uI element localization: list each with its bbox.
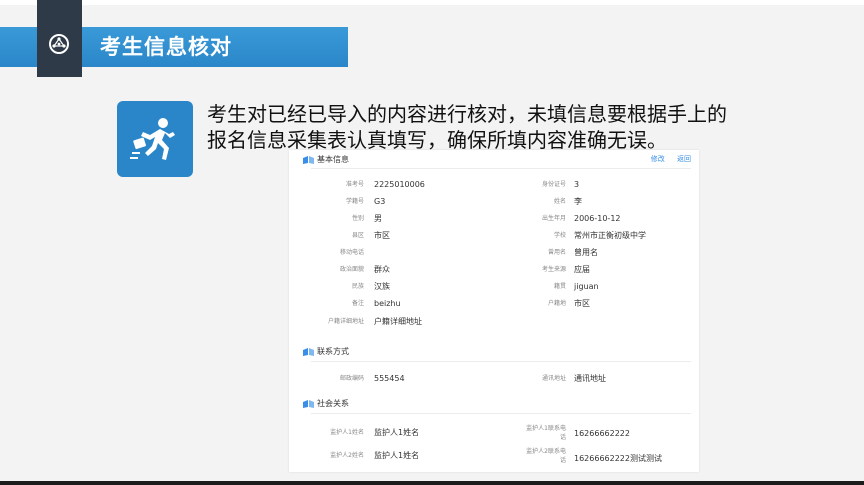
field-value: 汉族 bbox=[374, 282, 390, 291]
field-value: 2225010006 bbox=[374, 180, 425, 189]
field-label: 监护人2联系电 bbox=[526, 448, 566, 455]
instruction-text: 考生对已经已导入的内容进行核对，未填信息要根据手上的 报名信息采集表认真填写，确… bbox=[207, 101, 807, 153]
divider bbox=[311, 361, 691, 362]
section-basic-title: 基本信息 bbox=[317, 155, 349, 164]
field-label: 考生来源 bbox=[541, 266, 566, 273]
field-label: 出生年月 bbox=[541, 215, 566, 222]
field-label: 学籍号 bbox=[345, 198, 364, 205]
field-label: 邮政编码 bbox=[339, 375, 364, 382]
field-label: 备注 bbox=[351, 300, 364, 307]
field-value: 李 bbox=[574, 197, 582, 206]
field-value: 16266662222 bbox=[574, 429, 630, 438]
running-person-icon bbox=[130, 118, 175, 160]
field-label: 民族 bbox=[351, 283, 364, 290]
field-value: jiguan bbox=[574, 282, 599, 291]
bottom-strip bbox=[0, 481, 864, 485]
basic-actions: 修改 返回 bbox=[641, 154, 691, 164]
field-label: 学校 bbox=[553, 232, 566, 239]
field-value: 555454 bbox=[374, 374, 405, 383]
top-strip bbox=[0, 0, 864, 5]
field-label: 户籍详细地址 bbox=[327, 318, 364, 325]
field-value: 群众 bbox=[374, 265, 390, 274]
slide: 考生信息核对 考生对已经已导入的内容进行核对，未填信息要根据手上的 报名信息采集… bbox=[0, 0, 864, 485]
section-basic-info: 基本信息 bbox=[303, 155, 349, 165]
divider bbox=[311, 413, 691, 414]
section-social: 社会关系 bbox=[303, 399, 349, 409]
field-label: 姓名 bbox=[553, 198, 566, 205]
section-contact: 联系方式 bbox=[303, 347, 349, 357]
section-contact-title: 联系方式 bbox=[317, 347, 349, 356]
back-link[interactable]: 返回 bbox=[677, 155, 691, 163]
instruction-tile bbox=[117, 101, 193, 177]
divider bbox=[311, 168, 691, 169]
field-label: 监护人2姓名 bbox=[330, 452, 364, 459]
book-icon bbox=[303, 156, 314, 164]
field-label: 性别 bbox=[351, 215, 364, 222]
field-value: 监护人1姓名 bbox=[374, 451, 420, 460]
field-label: 身份证号 bbox=[541, 181, 566, 188]
book-icon bbox=[303, 400, 314, 408]
field-value: 曾用名 bbox=[574, 248, 598, 257]
field-label: 准考号 bbox=[345, 181, 364, 188]
field-value: 3 bbox=[574, 180, 580, 189]
field-label: 县区 bbox=[351, 232, 364, 239]
field-label: 曾用名 bbox=[547, 249, 566, 256]
field-label: 移动电话 bbox=[339, 249, 364, 256]
page-title: 考生信息核对 bbox=[100, 35, 232, 59]
field-label: 政治面貌 bbox=[339, 266, 364, 273]
field-value: 常州市正衡初级中学 bbox=[574, 231, 646, 240]
field-value: 通讯地址 bbox=[574, 374, 606, 383]
instruction-line-1: 考生对已经已导入的内容进行核对，未填信息要根据手上的 bbox=[207, 102, 727, 126]
field-value: 户籍详细地址 bbox=[374, 317, 422, 326]
field-label: 户籍地 bbox=[547, 300, 566, 307]
field-label: 话 bbox=[559, 434, 566, 441]
header-tab bbox=[37, 0, 82, 77]
field-value: 应届 bbox=[574, 265, 590, 274]
field-value: G3 bbox=[374, 197, 386, 206]
field-value: 2006-10-12 bbox=[574, 214, 621, 223]
field-label: 话 bbox=[559, 457, 566, 464]
field-value: 男 bbox=[374, 214, 382, 223]
field-value: 监护人1姓名 bbox=[374, 428, 420, 437]
field-label: 监护人1联系电 bbox=[526, 425, 566, 432]
edit-link[interactable]: 修改 bbox=[651, 155, 665, 163]
field-label: 监护人1姓名 bbox=[330, 429, 364, 436]
field-value: 市区 bbox=[374, 231, 390, 240]
student-info-panel: 基本信息 修改 返回 准考号 2225010006 身份证号 3 学籍号 G3 … bbox=[289, 150, 699, 472]
network-globe-icon bbox=[49, 34, 69, 54]
book-icon bbox=[303, 348, 314, 356]
field-value: beizhu bbox=[374, 299, 401, 308]
section-social-title: 社会关系 bbox=[317, 399, 349, 408]
field-label: 通讯地址 bbox=[541, 375, 566, 382]
field-value: 市区 bbox=[574, 299, 590, 308]
field-value: 16266662222测试测试 bbox=[574, 454, 662, 463]
field-label: 籍贯 bbox=[553, 283, 566, 290]
